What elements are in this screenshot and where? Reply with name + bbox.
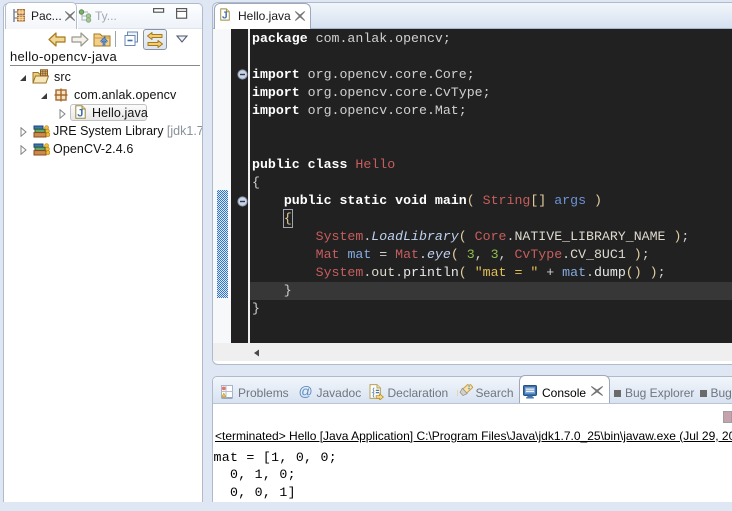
svg-text:J: J xyxy=(77,107,83,119)
svg-text:J: J xyxy=(222,11,228,22)
